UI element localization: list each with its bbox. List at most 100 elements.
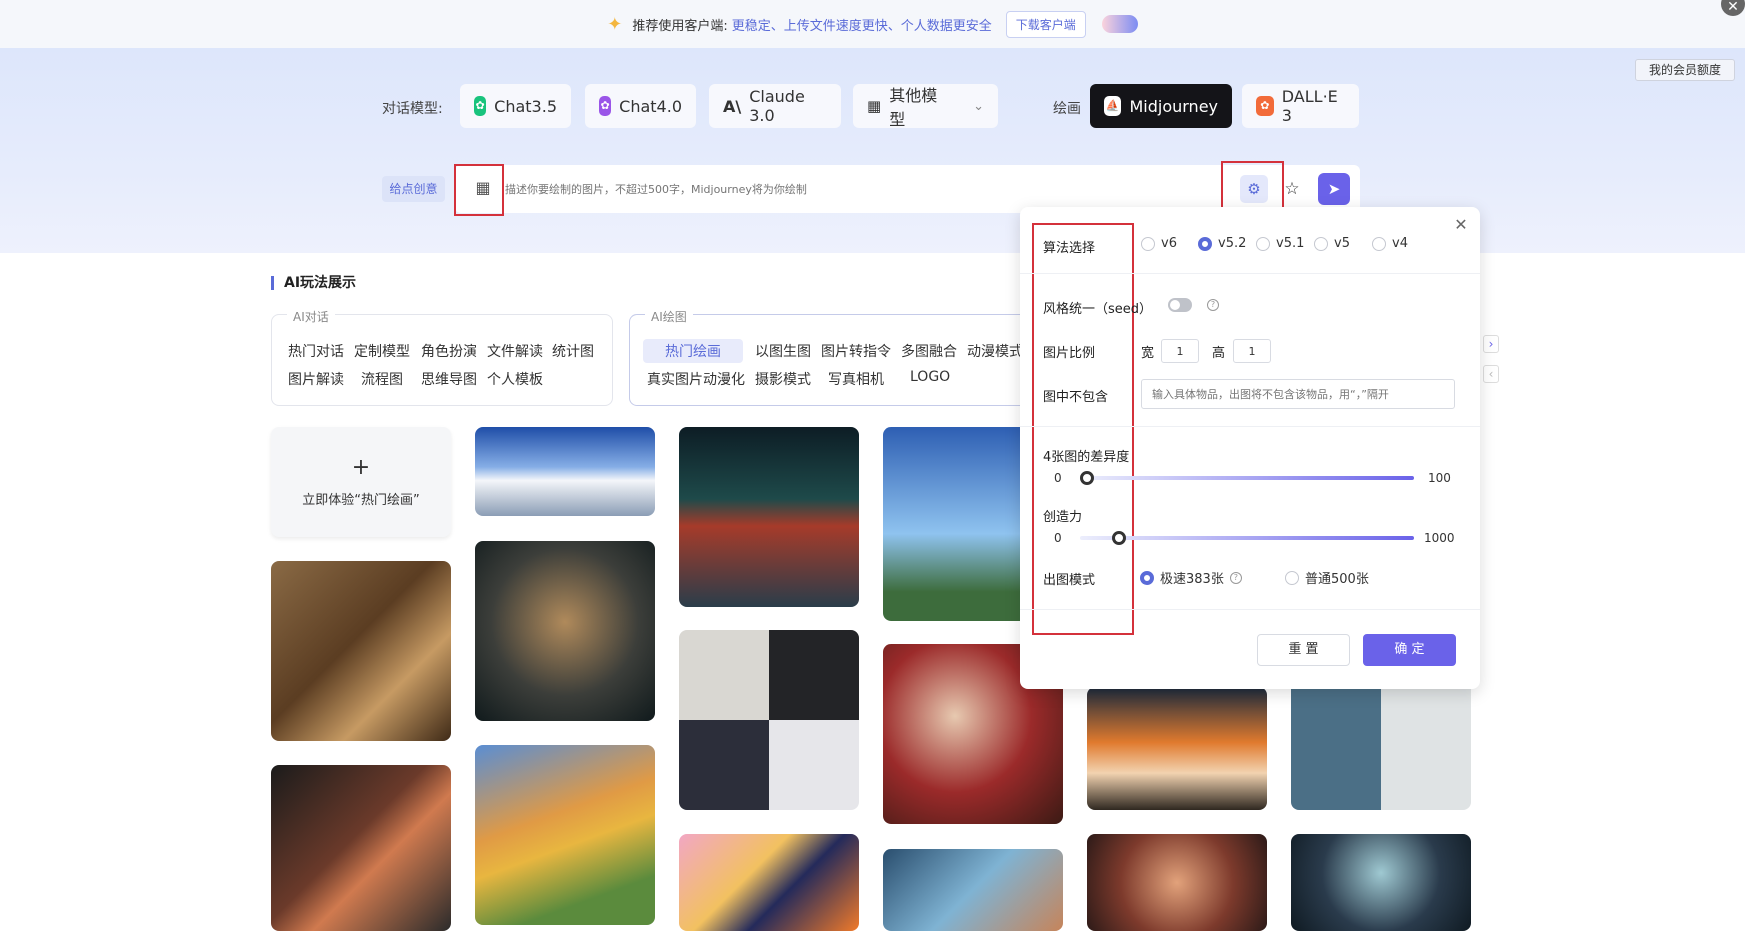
algo-radio-v52[interactable]: v5.2 — [1198, 236, 1246, 251]
prompt-input[interactable] — [505, 176, 1205, 202]
radio-dot — [1314, 236, 1328, 251]
gallery-image[interactable] — [679, 834, 859, 931]
style-seed-toggle[interactable] — [1168, 298, 1192, 312]
radio-dot — [1285, 570, 1299, 585]
tag-flowchart[interactable]: 流程图 — [361, 369, 403, 389]
gallery-image[interactable] — [271, 765, 451, 931]
ai-draw-legend: AI绘图 — [645, 308, 693, 325]
creativity-slider-thumb[interactable] — [1112, 531, 1126, 545]
sparkle-star-icon[interactable]: ☆ — [1280, 177, 1304, 201]
diff-max: 100 — [1428, 471, 1451, 485]
chevron-left-icon[interactable]: ‹ — [1483, 365, 1499, 383]
ratio-label: 图片比例 — [1043, 346, 1096, 361]
anthropic-icon: A\ — [723, 96, 742, 116]
creativity-slider-track[interactable] — [1080, 536, 1414, 540]
tag-photo-mode[interactable]: 摄影模式 — [755, 369, 811, 389]
model-midjourney-button[interactable]: ⛵ Midjourney — [1090, 84, 1232, 128]
model-claude-button[interactable]: A\ Claude 3.0 — [709, 84, 841, 128]
chevron-right-icon[interactable]: › — [1483, 335, 1499, 353]
tag-custom-model[interactable]: 定制模型 — [354, 341, 410, 361]
member-quota-button[interactable]: 我的会员额度 — [1635, 59, 1735, 81]
help-icon[interactable]: ? — [1207, 299, 1219, 311]
algo-option-label: v4 — [1392, 236, 1408, 251]
openai-icon: ✿ — [599, 96, 612, 116]
divider — [1020, 273, 1480, 274]
style-seed-label: 风格统一（seed） — [1043, 302, 1153, 317]
highlight-box — [454, 164, 504, 216]
tag-hot-chat[interactable]: 热门对话 — [288, 341, 344, 361]
gallery-image[interactable] — [475, 745, 655, 925]
mode-normal-label: 普通500张 — [1305, 572, 1369, 587]
radio-dot-selected — [1198, 236, 1212, 251]
add-card[interactable]: + 立即体验“热门绘画” — [271, 427, 451, 537]
gallery-image[interactable] — [679, 427, 859, 607]
sparkle-icon: ✦ — [607, 13, 623, 35]
exclude-label: 图中不包含 — [1043, 390, 1109, 405]
algo-radio-v51[interactable]: v5.1 — [1256, 236, 1304, 251]
exclude-input[interactable] — [1141, 379, 1455, 409]
gallery-image[interactable] — [1291, 834, 1471, 931]
gallery-image[interactable] — [475, 541, 655, 721]
confirm-button[interactable]: 确 定 — [1363, 634, 1456, 666]
tag-image-to-image[interactable]: 以图生图 — [755, 341, 811, 361]
dalle-icon: ✿ — [1256, 96, 1274, 116]
hero-area — [0, 48, 1745, 253]
model-other-dropdown[interactable]: ▦ 其他模型 ⌄ — [853, 84, 998, 129]
tag-role-play[interactable]: 角色扮演 — [421, 341, 477, 361]
algo-radio-v5[interactable]: v5 — [1314, 236, 1350, 251]
model-chat35-button[interactable]: ✿ Chat3.5 — [460, 84, 571, 128]
midjourney-icon: ⛵ — [1104, 96, 1122, 116]
mode-radio-fast[interactable]: 极速383张 ? — [1140, 568, 1242, 587]
tag-anime-mode[interactable]: 动漫模式 — [967, 341, 1023, 361]
algo-radio-v4[interactable]: v4 — [1372, 236, 1408, 251]
height-input[interactable] — [1233, 339, 1271, 363]
radio-dot — [1256, 236, 1270, 251]
model-chat40-button[interactable]: ✿ Chat4.0 — [585, 84, 696, 128]
add-card-label: 立即体验“热门绘画” — [302, 493, 420, 508]
tag-image-read[interactable]: 图片解读 — [288, 369, 344, 389]
close-icon[interactable]: ✕ — [1452, 216, 1470, 234]
divider — [1020, 426, 1480, 427]
draw-model-label: 绘画 — [1053, 101, 1081, 117]
openai-icon: ✿ — [474, 96, 487, 116]
tag-stat-chart[interactable]: 统计图 — [552, 341, 594, 361]
banner-benefits: 更稳定、上传文件速度更快、个人数据更安全 — [731, 18, 992, 34]
download-client-button[interactable]: 下载客户端 — [1005, 10, 1086, 38]
model-dalle-button[interactable]: ✿ DALL·E 3 — [1242, 84, 1359, 128]
tag-personal-template[interactable]: 个人模板 — [487, 369, 543, 389]
gallery-image[interactable] — [679, 630, 859, 810]
mode-radio-normal[interactable]: 普通500张 — [1285, 568, 1369, 587]
height-label: 高 — [1212, 346, 1226, 361]
tag-portrait-camera[interactable]: 写真相机 — [828, 369, 884, 389]
width-input[interactable] — [1161, 339, 1199, 363]
help-icon[interactable]: ? — [1229, 571, 1242, 584]
plus-icon: + — [351, 455, 371, 480]
algo-radio-v6[interactable]: v6 — [1141, 236, 1177, 251]
gallery-image[interactable] — [1291, 678, 1471, 810]
tag-image-to-prompt[interactable]: 图片转指令 — [821, 341, 891, 361]
client-banner: ✦ 推荐使用客户端: 更稳定、上传文件速度更快、个人数据更安全 下载客户端 — [0, 0, 1745, 48]
gallery-image[interactable] — [475, 427, 655, 516]
highlight-box — [1221, 161, 1284, 213]
diff-slider-thumb[interactable] — [1080, 471, 1094, 485]
gallery-image[interactable] — [883, 849, 1063, 931]
gallery-image[interactable] — [1087, 687, 1267, 810]
creativity-max: 1000 — [1424, 531, 1455, 545]
tag-logo[interactable]: LOGO — [910, 369, 950, 385]
tag-hot-draw[interactable]: 热门绘画 — [643, 339, 743, 363]
tag-photo-to-anime[interactable]: 真实图片动漫化 — [647, 369, 745, 389]
gallery-image[interactable] — [1087, 834, 1267, 931]
tag-mind-map[interactable]: 思维导图 — [421, 369, 477, 389]
model-chat40-label: Chat4.0 — [619, 96, 682, 116]
reset-button[interactable]: 重 置 — [1257, 634, 1350, 666]
tag-multi-blend[interactable]: 多图融合 — [901, 341, 957, 361]
algo-option-label: v5.2 — [1218, 236, 1247, 251]
idea-button[interactable]: 给点创意 — [382, 176, 445, 202]
diff-min: 0 — [1054, 471, 1062, 485]
tag-file-read[interactable]: 文件解读 — [487, 341, 543, 361]
diff-slider-track[interactable] — [1080, 476, 1414, 480]
gallery-image[interactable] — [271, 561, 451, 741]
width-label: 宽 — [1141, 346, 1155, 361]
send-icon[interactable]: ➤ — [1318, 173, 1350, 205]
model-midjourney-label: Midjourney — [1129, 96, 1218, 116]
